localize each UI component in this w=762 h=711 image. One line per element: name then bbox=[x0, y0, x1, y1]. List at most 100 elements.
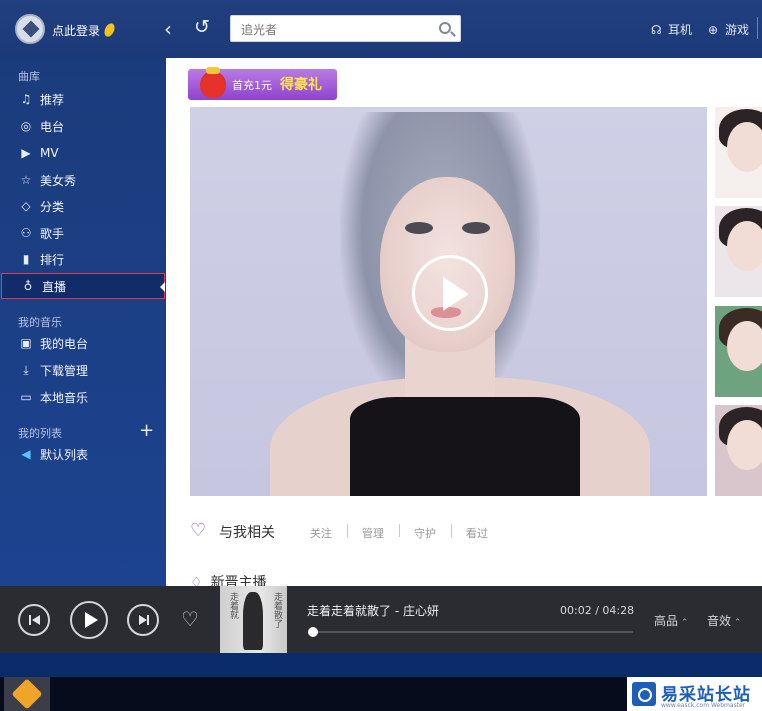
search-box[interactable] bbox=[230, 15, 461, 42]
sidebar-item-radio[interactable]: ◎ 电台 bbox=[0, 113, 166, 139]
hero-image-part bbox=[350, 397, 580, 496]
sidebar-item-rankings[interactable]: ▮ 排行 bbox=[0, 246, 166, 272]
sidebar-item-label: 电台 bbox=[40, 119, 65, 134]
tab-manage[interactable]: 管理 bbox=[362, 525, 384, 541]
previous-track-button[interactable] bbox=[18, 604, 50, 636]
divider bbox=[399, 524, 400, 537]
anchor-thumbnail[interactable] bbox=[715, 206, 762, 297]
thumbnail-image-part bbox=[727, 420, 762, 470]
related-title: 与我相关 bbox=[219, 525, 275, 541]
song-title: 走着走着就散了 - 庄心妍 bbox=[307, 604, 439, 618]
sidebar-item-label: 下载管理 bbox=[40, 363, 89, 378]
watermark-subtitle: www.easck.com Webmaster bbox=[661, 702, 746, 709]
promo-text: 首充1元 bbox=[232, 79, 272, 92]
sidebar-item-label: 默认列表 bbox=[40, 447, 89, 462]
app-logo-icon[interactable] bbox=[15, 14, 45, 44]
thumbnail-image-part bbox=[727, 221, 762, 271]
watermark-logo-icon bbox=[632, 682, 656, 706]
play-button[interactable] bbox=[70, 601, 108, 639]
sidebar-item-label: 直播 bbox=[42, 279, 67, 294]
album-cover[interactable]: 走着就 走着散了 bbox=[220, 586, 287, 653]
video-icon: ▶ bbox=[21, 146, 31, 160]
music-app-icon bbox=[11, 678, 43, 710]
sidebar-item-beauty-show[interactable]: ☆ 美女秀 bbox=[0, 167, 166, 193]
tab-watched[interactable]: 看过 bbox=[466, 525, 488, 541]
download-icon: ⤓ bbox=[23, 362, 29, 377]
sidebar-item-my-radio[interactable]: ▣ 我的电台 bbox=[0, 330, 166, 356]
hero-image-part bbox=[405, 222, 433, 234]
sidebar-item-mv[interactable]: ▶ MV bbox=[0, 140, 166, 166]
anchor-thumbnail[interactable] bbox=[715, 306, 762, 397]
promo-highlight: 得豪礼 bbox=[280, 77, 322, 93]
section-my-lists: 我的列表 bbox=[18, 427, 62, 440]
star-icon: ☆ bbox=[20, 173, 32, 187]
next-track-button[interactable] bbox=[127, 604, 159, 636]
sidebar-item-singers[interactable]: ⚇ 歌手 bbox=[0, 220, 166, 246]
headphones-link[interactable]: ☊ 耳机 bbox=[651, 21, 692, 38]
taskbar-app-button[interactable] bbox=[4, 677, 50, 711]
person-icon: ⚇ bbox=[20, 226, 32, 240]
section-my-music: 我的音乐 bbox=[18, 316, 62, 329]
search-icon[interactable] bbox=[439, 22, 451, 34]
back-arrow-icon[interactable]: ‹ bbox=[164, 17, 172, 41]
sidebar: 曲库 ♫ 推荐 ◎ 电台 ▶ MV ☆ 美女秀 ◇ 分类 ⚇ 歌手 ▮ 排行 ♁… bbox=[0, 58, 166, 586]
section-library: 曲库 bbox=[18, 70, 40, 83]
new-anchors-header: ♢ 新晋主播 bbox=[190, 572, 267, 586]
progress-bar[interactable] bbox=[311, 631, 633, 633]
sidebar-item-label: 歌手 bbox=[40, 226, 65, 241]
headphones-label: 耳机 bbox=[668, 23, 693, 37]
heart-icon: ♡ bbox=[190, 520, 207, 541]
sound-effect-button[interactable]: 音效 bbox=[707, 612, 741, 629]
sidebar-item-label: 美女秀 bbox=[40, 173, 77, 188]
game-label: 游戏 bbox=[725, 23, 750, 37]
sidebar-item-downloads[interactable]: ⤓ 下载管理 bbox=[0, 357, 166, 383]
favorite-heart-icon[interactable]: ♡ bbox=[181, 607, 199, 631]
thumbnail-image-part bbox=[727, 321, 762, 371]
login-link[interactable]: 点此登录 bbox=[52, 22, 100, 39]
player-bar: ♡ 走着就 走着散了 走着走着就散了 - 庄心妍 00:02 / 04:28 高… bbox=[0, 586, 762, 653]
quality-button[interactable]: 高品 bbox=[654, 612, 688, 629]
anchor-thumbnail[interactable] bbox=[715, 107, 762, 198]
music-app-window: 点此登录 ‹ ↺ ☊ 耳机 ⊕ 游戏 曲库 ♫ 推荐 ◎ 电台 ▶ MV bbox=[0, 0, 762, 653]
gamepad-icon: ⊕ bbox=[708, 23, 719, 37]
top-bar: 点此登录 ‹ ↺ ☊ 耳机 ⊕ 游戏 bbox=[0, 0, 762, 58]
tab-guard[interactable]: 守护 bbox=[414, 525, 436, 541]
play-circle-icon[interactable] bbox=[412, 255, 488, 331]
sidebar-item-live[interactable]: ♁ 直播 bbox=[1, 273, 165, 299]
sidebar-item-label: 排行 bbox=[40, 252, 65, 267]
headphones-icon: ☊ bbox=[651, 23, 662, 37]
coin-icon bbox=[102, 21, 117, 39]
hero-image-part bbox=[462, 222, 490, 234]
thumbnail-image-part bbox=[727, 122, 762, 172]
featured-live-video[interactable] bbox=[190, 107, 707, 496]
sidebar-item-label: 本地音乐 bbox=[40, 390, 89, 405]
search-input[interactable] bbox=[241, 21, 421, 38]
sidebar-item-local-music[interactable]: ▭ 本地音乐 bbox=[0, 384, 166, 410]
music-note-icon: ♫ bbox=[20, 92, 32, 106]
sidebar-item-label: MV bbox=[40, 146, 59, 160]
album-cover-text: 走着散了 bbox=[272, 592, 282, 628]
money-bag-icon bbox=[200, 67, 226, 98]
new-anchor-icon: ♢ bbox=[190, 575, 203, 586]
sidebar-item-recommend[interactable]: ♫ 推荐 bbox=[0, 86, 166, 112]
promo-banner[interactable]: 首充1元 得豪礼 bbox=[188, 67, 337, 100]
tab-follow[interactable]: 关注 bbox=[310, 525, 332, 541]
progress-knob[interactable] bbox=[308, 627, 319, 637]
album-cover-figure bbox=[243, 592, 263, 650]
anchor-thumbnail[interactable] bbox=[715, 405, 762, 496]
song-time: 00:02 / 04:28 bbox=[560, 604, 635, 617]
add-list-icon[interactable]: + bbox=[139, 420, 154, 441]
main-content: 首充1元 得豪礼 ♡ 与我相关 关注 管理 守护 看过 ♢ 新晋主播 bbox=[166, 58, 762, 586]
game-link[interactable]: ⊕ 游戏 bbox=[708, 21, 749, 38]
speaker-icon: ◀ bbox=[21, 447, 31, 461]
divider bbox=[451, 524, 452, 537]
watermark: 易采站长站 www.easck.com Webmaster bbox=[627, 677, 762, 711]
sidebar-item-category[interactable]: ◇ 分类 bbox=[0, 193, 166, 219]
sidebar-item-label: 分类 bbox=[40, 199, 65, 214]
sidebar-item-default-list[interactable]: ◀ 默认列表 bbox=[0, 441, 166, 467]
refresh-icon[interactable]: ↺ bbox=[194, 16, 210, 38]
divider bbox=[347, 524, 348, 537]
tag-icon: ◇ bbox=[21, 199, 31, 213]
monitor-icon: ▭ bbox=[20, 390, 32, 404]
album-cover-text: 走着就 bbox=[228, 592, 238, 619]
